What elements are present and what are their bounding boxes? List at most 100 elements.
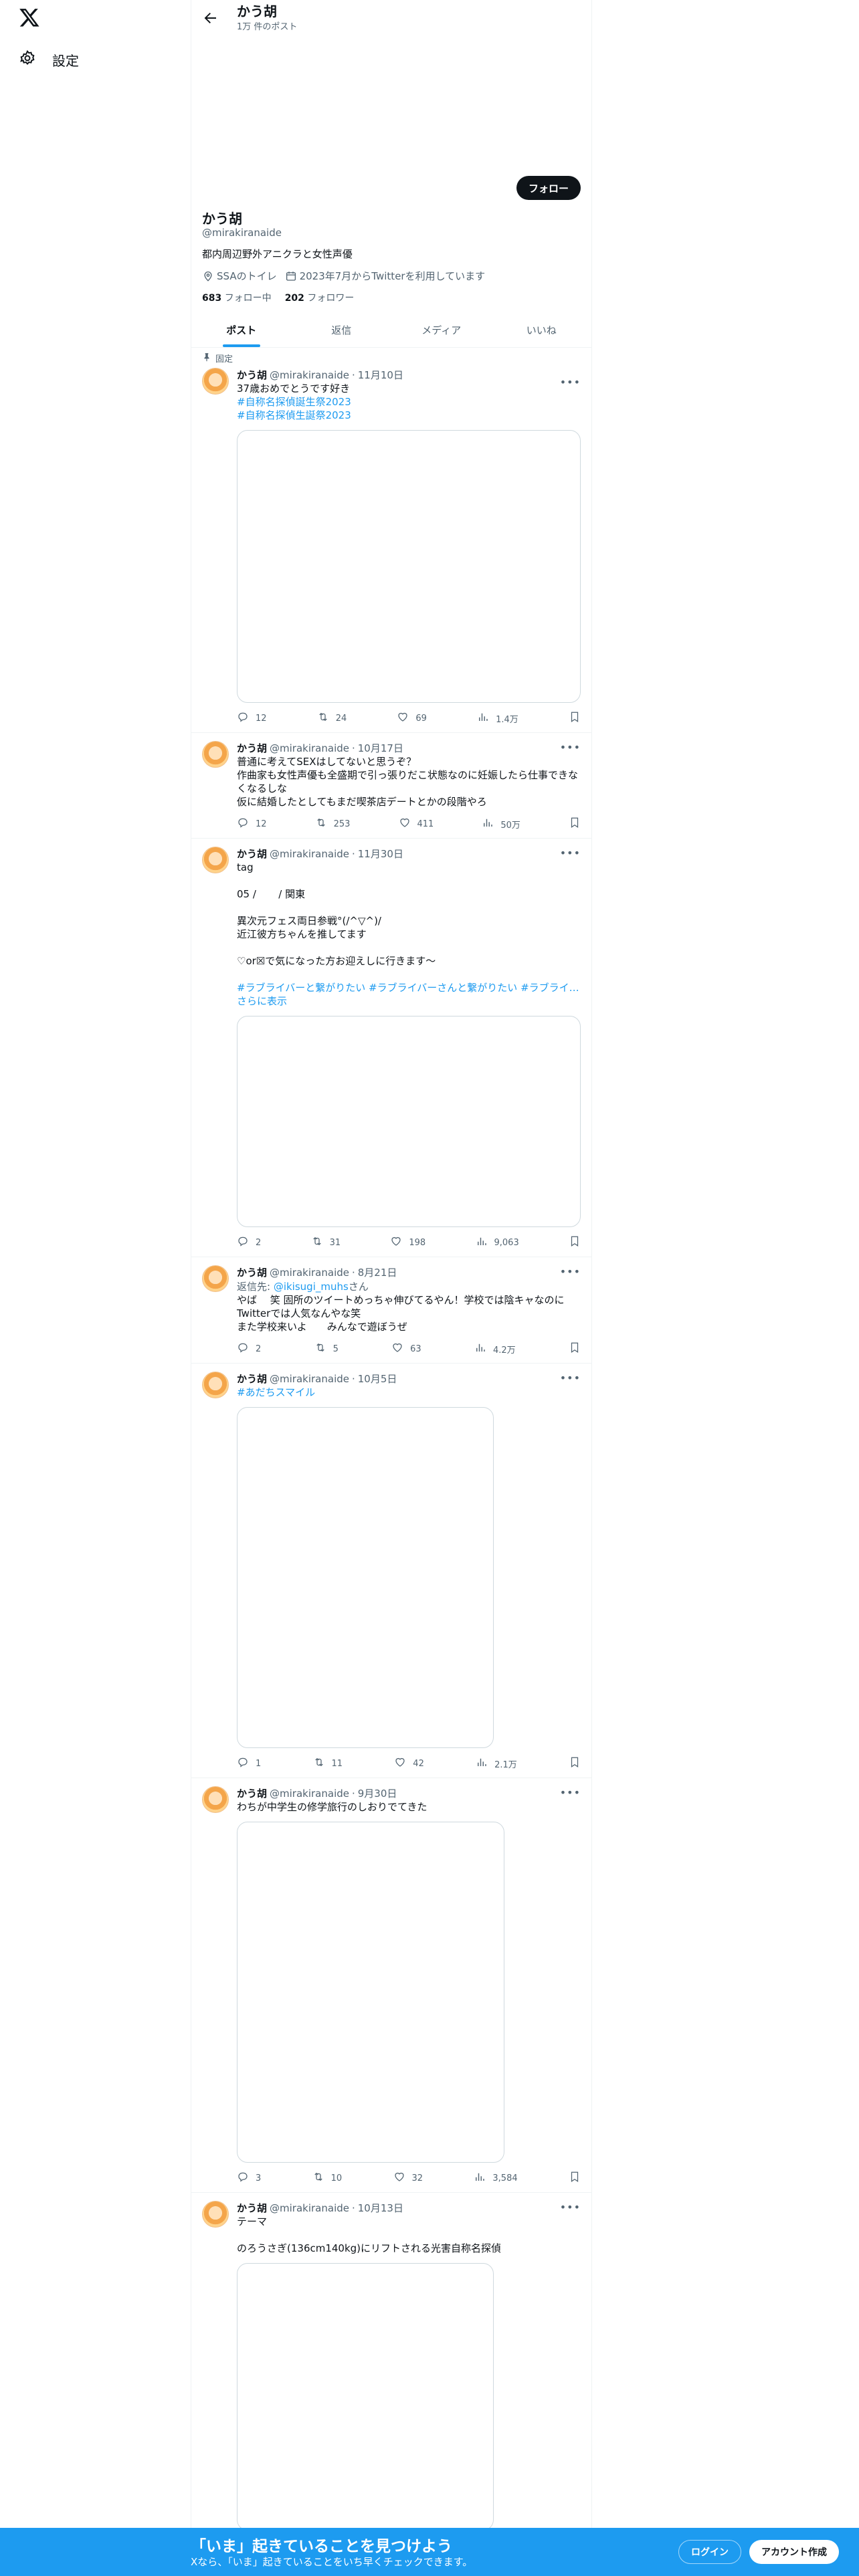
avatar[interactable] — [202, 1372, 229, 1398]
more-options-icon[interactable]: ••• — [560, 376, 581, 389]
tweet-date[interactable]: 10月5日 — [358, 1372, 397, 1386]
views-button[interactable]: 2.1万 — [476, 1756, 517, 1771]
avatar[interactable] — [202, 741, 229, 768]
retweet-button[interactable]: 5 — [314, 1341, 339, 1356]
banner-subtitle: Xなら、「いま」起きていることをいち早くチェックできます。 — [191, 2556, 473, 2568]
tweet-media[interactable] — [237, 1822, 504, 2163]
tweet-header: かう胡 @mirakiranaide · 8月21日 — [237, 1265, 581, 1279]
retweet-button[interactable]: 11 — [313, 1756, 343, 1771]
tweet[interactable]: かう胡 @mirakiranaide · 10月17日 普通に考えてSEXはして… — [191, 733, 591, 839]
followers-link[interactable]: 202 フォロワー — [285, 291, 355, 304]
tweet-media[interactable] — [237, 1407, 494, 1748]
reply-button[interactable]: 1 — [237, 1756, 261, 1771]
like-button[interactable]: 411 — [399, 817, 434, 831]
tweet[interactable]: 固定 かう胡 @mirakiranaide · 11月10日 37歳おめでとうで… — [191, 348, 591, 733]
tweet[interactable]: かう胡 @mirakiranaide · 9月30日 わちが中学生の修学旅行のし… — [191, 1778, 591, 2193]
avatar[interactable] — [202, 2201, 229, 2228]
hashtag-link[interactable]: #自称名探偵誕生祭2023 — [237, 395, 581, 409]
tweet[interactable]: かう胡 @mirakiranaide · 10月13日 テーマ のろうさぎ(13… — [191, 2193, 591, 2537]
bookmark-button[interactable] — [569, 1341, 581, 1356]
hashtag-link[interactable]: #あだちスマイル — [237, 1386, 581, 1399]
avatar[interactable] — [202, 1265, 229, 1292]
tweet-date[interactable]: 11月10日 — [358, 368, 403, 382]
tweet-date[interactable]: 10月17日 — [358, 741, 403, 755]
tab-media[interactable]: メディア — [391, 312, 492, 347]
reply-button[interactable]: 2 — [237, 1341, 261, 1356]
more-options-icon[interactable]: ••• — [560, 847, 581, 859]
tweet-author-handle[interactable]: @mirakiranaide — [270, 369, 349, 381]
reply-button[interactable]: 12 — [237, 817, 267, 831]
profile-bio: 都内周辺野外アニクラと女性声優 — [202, 248, 353, 260]
tweet-separator: · — [351, 2202, 355, 2214]
bookmark-button[interactable] — [569, 1756, 581, 1771]
hashtag-link[interactable]: #自称名探偵生誕祭2023 — [237, 409, 581, 422]
like-button[interactable]: 32 — [393, 2171, 423, 2185]
like-button[interactable]: 69 — [397, 711, 427, 726]
avatar[interactable] — [202, 847, 229, 873]
views-button[interactable]: 50万 — [482, 817, 520, 831]
follow-button[interactable]: フォロー — [516, 176, 581, 200]
reply-to-link[interactable]: @ikisugi_muhs — [274, 1281, 349, 1293]
tweet[interactable]: かう胡 @mirakiranaide · 10月5日 #あだちスマイル 1 11… — [191, 1364, 591, 1778]
tweet-author-handle[interactable]: @mirakiranaide — [270, 2202, 349, 2214]
tweet-author-name[interactable]: かう胡 — [237, 847, 267, 861]
reply-count: 2 — [256, 1344, 262, 1354]
signup-button[interactable]: アカウント作成 — [749, 2540, 839, 2564]
more-options-icon[interactable]: ••• — [560, 1372, 581, 1384]
more-options-icon[interactable]: ••• — [560, 1265, 581, 1278]
bookmark-button[interactable] — [569, 1235, 581, 1250]
tab-replies[interactable]: 返信 — [292, 312, 392, 347]
views-button[interactable]: 9,063 — [476, 1235, 519, 1250]
tweet[interactable]: かう胡 @mirakiranaide · 8月21日 返信先: @ikisugi… — [191, 1257, 591, 1364]
nav-settings[interactable]: 設定 — [19, 47, 79, 72]
avatar[interactable] — [202, 368, 229, 395]
like-button[interactable]: 63 — [391, 1341, 421, 1356]
views-button[interactable]: 1.4万 — [477, 711, 518, 726]
bookmark-button[interactable] — [569, 2171, 581, 2185]
retweet-button[interactable]: 31 — [311, 1235, 341, 1250]
tweet-author-name[interactable]: かう胡 — [237, 1786, 267, 1800]
retweet-button[interactable]: 24 — [317, 711, 347, 726]
tweet-author-name[interactable]: かう胡 — [237, 1265, 267, 1279]
tweet-author-handle[interactable]: @mirakiranaide — [270, 1373, 349, 1385]
retweet-button[interactable]: 10 — [312, 2171, 342, 2185]
bookmark-button[interactable] — [569, 711, 581, 726]
more-options-icon[interactable]: ••• — [560, 741, 581, 754]
back-arrow-icon[interactable] — [202, 10, 218, 26]
login-button[interactable]: ログイン — [678, 2540, 741, 2564]
tweet-author-handle[interactable]: @mirakiranaide — [270, 742, 349, 754]
bookmark-button[interactable] — [569, 817, 581, 831]
tweet-date[interactable]: 10月13日 — [358, 2201, 403, 2215]
tweet-author-handle[interactable]: @mirakiranaide — [270, 848, 349, 860]
tab-likes[interactable]: いいね — [492, 312, 592, 347]
tweet-author-handle[interactable]: @mirakiranaide — [270, 1267, 349, 1279]
like-button[interactable]: 42 — [394, 1756, 424, 1771]
views-button[interactable]: 3,584 — [474, 2171, 518, 2185]
tweet-author-name[interactable]: かう胡 — [237, 1372, 267, 1386]
tweet-date[interactable]: 9月30日 — [358, 1786, 397, 1800]
avatar[interactable] — [202, 1786, 229, 1813]
retweet-button[interactable]: 253 — [315, 817, 350, 831]
tweet-author-name[interactable]: かう胡 — [237, 2201, 267, 2215]
x-logo-icon[interactable] — [19, 7, 40, 28]
tweet-author-name[interactable]: かう胡 — [237, 741, 267, 755]
tweet-date[interactable]: 8月21日 — [358, 1265, 397, 1279]
reply-button[interactable]: 2 — [237, 1235, 261, 1250]
tweet-author-name[interactable]: かう胡 — [237, 368, 267, 382]
following-link[interactable]: 683 フォロー中 — [202, 291, 272, 304]
tab-posts[interactable]: ポスト — [191, 312, 292, 347]
reply-button[interactable]: 3 — [237, 2171, 261, 2185]
tweet-media[interactable] — [237, 1016, 581, 1227]
tweet-author-handle[interactable]: @mirakiranaide — [270, 1788, 349, 1800]
tweet-media[interactable] — [237, 430, 581, 703]
tweet-media[interactable] — [237, 2263, 494, 2531]
more-options-icon[interactable]: ••• — [560, 1786, 581, 1799]
hashtag-line[interactable]: #ラブライバーと繋がりたい #ラブライバーさんと繋がりたい #ラブライブ... — [237, 981, 581, 994]
like-button[interactable]: 198 — [390, 1235, 425, 1250]
tweet[interactable]: かう胡 @mirakiranaide · 11月30日 tag 05 / / 関… — [191, 839, 591, 1257]
reply-button[interactable]: 12 — [237, 711, 267, 726]
more-options-icon[interactable]: ••• — [560, 2201, 581, 2214]
views-button[interactable]: 4.2万 — [474, 1341, 516, 1356]
tweet-date[interactable]: 11月30日 — [358, 847, 403, 861]
show-more-link[interactable]: さらに表示 — [237, 994, 581, 1008]
